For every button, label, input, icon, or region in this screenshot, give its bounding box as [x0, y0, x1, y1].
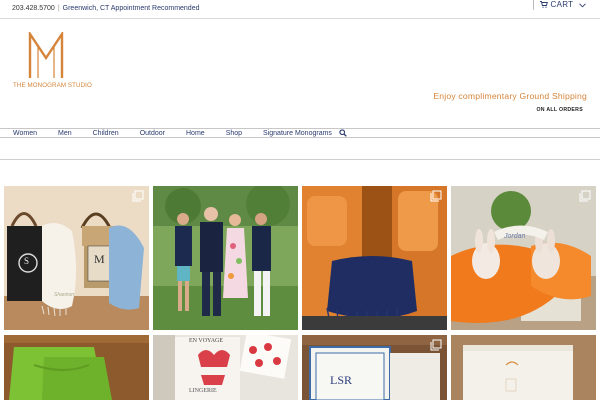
gallery-photo-white-towel[interactable]: [451, 335, 596, 400]
nav-item-women[interactable]: Women: [13, 129, 37, 138]
bunny-monogram: Jordan: [504, 233, 526, 240]
gallery-photo-green-napkins[interactable]: [4, 335, 149, 400]
nav-item-children[interactable]: Children: [93, 129, 119, 138]
nav-item-outdoor[interactable]: Outdoor: [140, 129, 165, 138]
tote-monogram: S: [24, 256, 30, 266]
contact-info: 203.428.5700 | Greenwich, CT Appointment R…: [12, 5, 199, 12]
multi-image-icon: [430, 339, 442, 351]
multi-image-icon: [132, 190, 144, 202]
top-bar: 203.428.5700 | Greenwich, CT Appointment R…: [0, 0, 600, 19]
nav-item-home[interactable]: Home: [186, 129, 205, 138]
shipping-promo: Enjoy complimentary Ground Shipping: [433, 91, 587, 101]
nav-item-men[interactable]: Men: [58, 129, 72, 138]
gallery-photo-family[interactable]: [153, 186, 298, 330]
gallery-photo-bunnies[interactable]: Jordan: [451, 186, 596, 330]
nav-item-shop[interactable]: Shop: [226, 129, 242, 138]
shipping-promo-sub: ON ALL ORDERS: [536, 107, 583, 113]
separator: |: [57, 5, 60, 12]
cart-label: CART: [550, 0, 574, 9]
location-text[interactable]: Greenwich, CT Appointment Recommended: [63, 5, 200, 12]
scarf-monogram: Shannon: [54, 292, 75, 298]
gallery-photo-lsr-bag[interactable]: LSR: [302, 335, 447, 400]
nav-item-signature-monograms[interactable]: Signature Monograms: [263, 129, 332, 138]
phone-number[interactable]: 203.428.5700: [12, 5, 55, 12]
lingerie-top-text: EN VOYAGE: [189, 338, 224, 344]
multi-image-icon: [430, 190, 442, 202]
bag-monogram: LSR: [330, 373, 353, 387]
lingerie-text: LINGERIE: [189, 388, 217, 394]
chevron-down-icon: [578, 3, 586, 8]
main-nav: Women Men Children Outdoor Home Shop Sig…: [0, 128, 600, 138]
divider: [0, 159, 600, 160]
search-icon[interactable]: [339, 129, 347, 137]
multi-image-icon: [579, 190, 591, 202]
cart-icon: [540, 1, 548, 8]
gallery-photo-car-throw[interactable]: [302, 186, 447, 330]
gallery-photo-lingerie[interactable]: EN VOYAGE LINGERIE: [153, 335, 298, 400]
gallery-photo-totes[interactable]: S M Shannon: [4, 186, 149, 330]
cart-button[interactable]: CART: [533, 0, 600, 10]
tote-monogram-m: M: [94, 252, 105, 266]
brand-name: THE MONOGRAM STUDIO: [13, 82, 92, 89]
